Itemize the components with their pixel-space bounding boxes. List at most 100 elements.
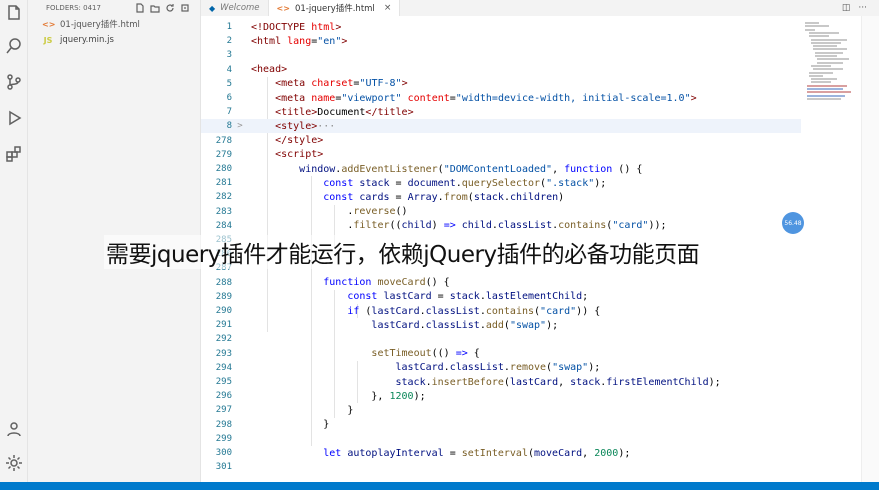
- code-line[interactable]: 281 const stack = document.querySelector…: [201, 176, 801, 190]
- code-line[interactable]: 1 <!DOCTYPE html>: [201, 20, 801, 34]
- run-debug-icon[interactable]: [4, 108, 24, 128]
- code-line[interactable]: 284 .filter((child) => child.classList.c…: [201, 219, 801, 233]
- more-actions-icon[interactable]: ···: [858, 3, 867, 13]
- minimap-line: [807, 97, 841, 100]
- tab-label: 01-jquery插件.html: [294, 4, 375, 14]
- minimap-line: [813, 45, 837, 48]
- editor-tab-bar: ◆ Welcome <> 01-jquery插件.html × ◫ ···: [201, 0, 879, 16]
- code-line[interactable]: 282 const cards = Array.from(stack.child…: [201, 190, 801, 204]
- code-line[interactable]: 294 lastCard.classList.remove("swap");: [201, 361, 801, 375]
- sidebar-header: FOLDERS: 0417: [28, 0, 200, 16]
- new-folder-icon[interactable]: [150, 3, 160, 13]
- line-number: 2: [226, 36, 232, 47]
- vscode-icon: ◆: [209, 3, 216, 13]
- line-number: 4: [226, 64, 232, 75]
- code-text: .reverse(): [251, 206, 408, 218]
- code-text: const stack = document.querySelector(".s…: [323, 177, 607, 189]
- tab-html-file[interactable]: <> 01-jquery插件.html ×: [268, 0, 401, 16]
- floating-badge[interactable]: 56.48: [782, 212, 804, 234]
- minimap-line: [811, 78, 837, 81]
- search-icon[interactable]: [4, 36, 24, 56]
- line-number: 297: [215, 405, 232, 416]
- html-file-icon: <>: [276, 3, 290, 13]
- code-text: <script>: [275, 149, 324, 161]
- code-line[interactable]: 296 }, 1200);: [201, 389, 801, 403]
- overlay-caption: 需要jquery插件才能运行，依赖jQuery插件的必备功能页面: [104, 235, 702, 269]
- line-number: 8: [226, 121, 232, 132]
- minimap-line: [809, 35, 829, 38]
- line-number: 280: [215, 164, 232, 174]
- explorer-icon[interactable]: [4, 3, 24, 23]
- close-icon[interactable]: ×: [384, 3, 392, 13]
- line-number: 288: [215, 277, 232, 288]
- vertical-scrollbar[interactable]: [861, 16, 879, 482]
- code-line[interactable]: 291 lastCard.classList.add("swap");: [201, 318, 801, 332]
- extensions-icon[interactable]: [4, 144, 24, 164]
- code-text: <style>···: [275, 120, 336, 132]
- code-line[interactable]: 290 if (lastCard.classList.contains("car…: [201, 304, 801, 318]
- code-text: </style>: [275, 135, 324, 147]
- minimap-line: [813, 48, 847, 51]
- line-number: 295: [215, 377, 232, 387]
- code-line[interactable]: 300 let autoplayInterval = setInterval(m…: [201, 446, 801, 460]
- code-text: stack.insertBefore(lastCard, stack.first…: [395, 376, 721, 388]
- minimap-line: [809, 31, 839, 34]
- fold-chevron-icon[interactable]: >: [236, 121, 244, 131]
- refresh-icon[interactable]: [165, 3, 175, 13]
- line-number: 293: [215, 348, 232, 359]
- code-line[interactable]: 2 <html lang="en">: [201, 34, 801, 48]
- code-line[interactable]: 298 }: [201, 418, 801, 432]
- code-line[interactable]: 292: [201, 332, 801, 346]
- line-number: 290: [215, 306, 232, 316]
- code-line[interactable]: 280 window.addEventListener("DOMContentL…: [201, 162, 801, 176]
- code-line[interactable]: 3: [201, 48, 801, 62]
- file-item-js[interactable]: JS jquery.min.js: [28, 32, 200, 48]
- tab-label: Welcome: [220, 3, 260, 13]
- code-line[interactable]: 289 const lastCard = stack.lastElementCh…: [201, 290, 801, 304]
- code-line[interactable]: 299: [201, 432, 801, 446]
- code-line[interactable]: 279 <script>: [201, 148, 801, 162]
- code-line[interactable]: 295 stack.insertBefore(lastCard, stack.f…: [201, 375, 801, 389]
- minimap-line: [809, 74, 823, 77]
- settings-gear-icon[interactable]: [4, 453, 24, 473]
- line-number: 6: [226, 93, 232, 103]
- minimap-line: [817, 61, 843, 64]
- file-name: jquery.min.js: [60, 35, 114, 45]
- code-line[interactable]: 278 </style>: [201, 134, 801, 148]
- code-line[interactable]: 4 <head>: [201, 63, 801, 77]
- code-line[interactable]: 288 function moveCard() {: [201, 276, 801, 290]
- code-text: <title>Document</title>: [275, 106, 414, 118]
- minimap-line: [815, 51, 843, 54]
- tab-welcome[interactable]: ◆ Welcome: [201, 0, 269, 16]
- activity-bar: [0, 0, 28, 482]
- code-text: <meta name="viewport" content="width=dev…: [275, 92, 697, 104]
- collapse-all-icon[interactable]: [180, 3, 190, 13]
- code-line[interactable]: 5 <meta charset="UTF-8">: [201, 77, 801, 91]
- code-line[interactable]: 6 <meta name="viewport" content="width=d…: [201, 91, 801, 105]
- split-editor-icon[interactable]: ◫: [842, 3, 851, 13]
- new-file-icon[interactable]: [135, 3, 145, 13]
- code-text: }: [251, 404, 354, 416]
- minimap-line: [805, 28, 815, 31]
- minimap[interactable]: [801, 16, 861, 482]
- code-text: <html lang="en">: [251, 35, 348, 47]
- source-control-icon[interactable]: [4, 72, 24, 92]
- line-number: 278: [215, 135, 232, 146]
- folder-title: FOLDERS: 0417: [46, 4, 101, 12]
- line-number: 1: [226, 22, 232, 32]
- accounts-icon[interactable]: [4, 419, 24, 439]
- line-number: 300: [215, 448, 232, 458]
- code-line[interactable]: 7 <title>Document</title>: [201, 105, 801, 119]
- code-line[interactable]: 293 setTimeout(() => {: [201, 347, 801, 361]
- minimap-line: [807, 88, 843, 90]
- minimap-line: [807, 94, 845, 97]
- code-text: if (lastCard.classList.contains("card"))…: [347, 305, 601, 317]
- line-number: 296: [215, 391, 232, 402]
- code-line[interactable]: 283 .reverse(): [201, 205, 801, 219]
- code-line[interactable]: 301: [201, 460, 801, 474]
- code-line[interactable]: 8 > <style>···: [201, 119, 801, 134]
- file-item-html[interactable]: <> 01-jquery插件.html: [28, 16, 200, 32]
- line-number: 284: [215, 220, 232, 231]
- code-line[interactable]: 297 }: [201, 403, 801, 417]
- line-number: 291: [215, 320, 232, 331]
